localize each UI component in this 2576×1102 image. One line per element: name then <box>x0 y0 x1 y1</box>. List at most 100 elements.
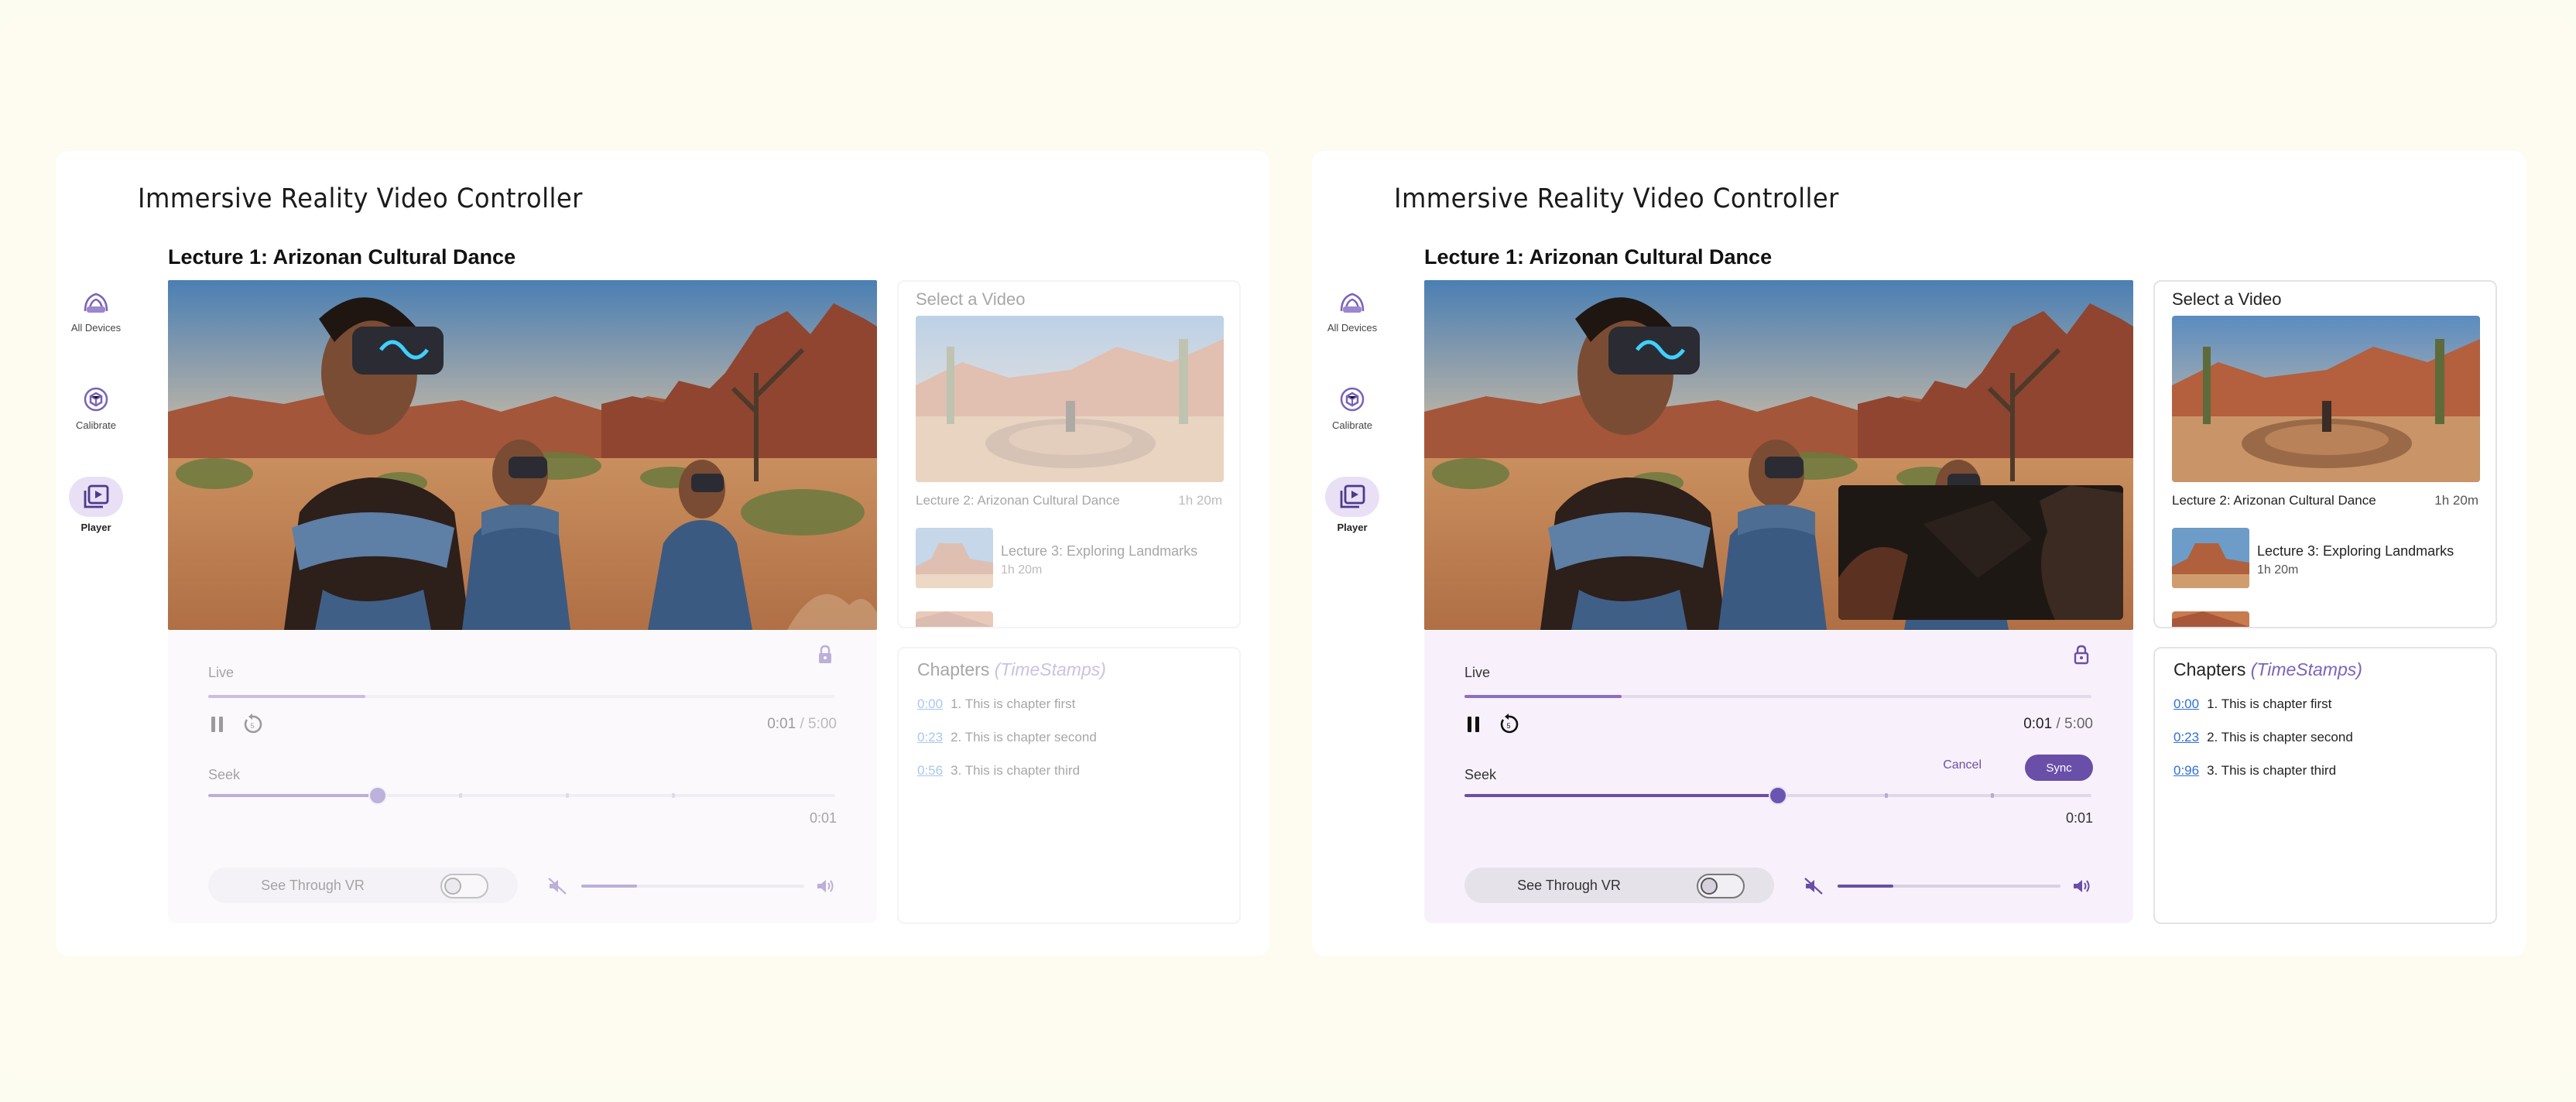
player-icon <box>69 477 123 517</box>
video-list-item-partial[interactable] <box>2172 611 2480 627</box>
volume-up-button[interactable] <box>815 877 835 898</box>
mute-button[interactable] <box>547 877 567 898</box>
featured-video-duration: 1h 20m <box>2434 493 2478 508</box>
video-name: Lecture 3: Exploring Landmarks <box>2257 543 2454 559</box>
nav-label: Player <box>1337 522 1368 533</box>
devices-icon <box>75 286 117 317</box>
featured-video-thumbnail[interactable] <box>2172 316 2480 482</box>
seek-label: Seek <box>1464 767 1497 782</box>
video-thumbnail <box>2172 611 2249 627</box>
volume-slider[interactable] <box>581 885 804 888</box>
seek-tick <box>459 793 462 798</box>
featured-video-name: Lecture 2: Arizonan Cultural Dance <box>2172 493 2376 508</box>
replay-icon: 5 <box>244 714 262 734</box>
video-thumbnail <box>916 611 993 627</box>
featured-video-thumbnail[interactable] <box>916 316 1224 482</box>
mute-button[interactable] <box>1804 877 1824 898</box>
live-progress-fill <box>1464 695 1622 698</box>
see-through-vr-toggle[interactable]: See Through VR <box>1464 868 1774 903</box>
video-thumbnail <box>2172 528 2249 588</box>
see-through-switch[interactable] <box>1697 874 1745 898</box>
svg-text:5: 5 <box>1506 722 1510 730</box>
nav-item-player[interactable]: Player <box>1321 477 1383 533</box>
chapter-row: 0:00 1. This is chapter first <box>917 696 1075 712</box>
nav-item-all-devices[interactable]: All Devices <box>65 286 127 334</box>
sync-button[interactable]: Sync <box>2025 755 2093 781</box>
chapters-panel: Chapters (TimeStamps) 0:00 1. This is cha… <box>897 647 1241 924</box>
seek-tick <box>1884 793 1888 798</box>
chapter-timestamp-link[interactable]: 0:00 <box>917 696 943 711</box>
chapter-row: 0:56 3. This is chapter third <box>917 763 1080 779</box>
current-time: 0:01 <box>767 716 796 732</box>
video-thumbnail <box>916 528 993 588</box>
chapter-label: 2. This is chapter second <box>2207 730 2353 744</box>
pause-icon <box>211 717 223 732</box>
seek-tick <box>672 793 676 798</box>
replay-button[interactable]: 5 <box>1497 713 1520 738</box>
seek-slider[interactable] <box>1464 786 2091 805</box>
lock-icon[interactable] <box>817 645 834 669</box>
chapter-timestamp-link[interactable]: 0:23 <box>2174 730 2199 744</box>
seek-tick <box>1991 793 1995 798</box>
controller-panel-left: Immersive Reality Video Controller All D… <box>56 151 1269 956</box>
nav-item-all-devices[interactable]: All Devices <box>1321 286 1383 334</box>
featured-video-duration: 1h 20m <box>1178 493 1222 508</box>
live-label: Live <box>1464 665 1491 680</box>
video-list-item[interactable]: Lecture 3: Exploring Landmarks 1h 20m <box>2172 528 2480 590</box>
chapter-row: 0:96 3. This is chapter third <box>2174 763 2336 779</box>
chapter-label: 1. This is chapter first <box>951 696 1076 711</box>
live-progress-bar <box>208 695 835 698</box>
volume-fill <box>581 885 637 888</box>
live-progress-fill <box>208 695 365 698</box>
video-player[interactable] <box>168 280 877 630</box>
select-video-title: Select a Video <box>916 289 1026 309</box>
switch-knob <box>444 878 461 895</box>
chapter-label: 3. This is chapter third <box>951 763 1081 778</box>
volume-slider[interactable] <box>1838 885 2060 888</box>
cancel-button[interactable]: Cancel <box>1938 758 1986 773</box>
video-list-item[interactable]: Lecture 3: Exploring Landmarks 1h 20m <box>916 528 1224 590</box>
volume-up-button[interactable] <box>2071 877 2091 898</box>
nav-label: Calibrate <box>1331 419 1373 431</box>
nav-item-calibrate[interactable]: Calibrate <box>65 384 127 431</box>
chapter-row: 0:00 1. This is chapter first <box>2174 696 2331 712</box>
chapter-label: 2. This is chapter second <box>951 730 1097 744</box>
chapters-title-text: Chapters <box>2174 659 2246 679</box>
video-name: Lecture 3: Exploring Landmarks <box>1001 543 1198 559</box>
chapter-timestamp-link[interactable]: 0:23 <box>917 730 943 744</box>
nav-item-calibrate[interactable]: Calibrate <box>1321 384 1383 431</box>
video-player[interactable] <box>1424 280 2133 630</box>
volume-mute-icon <box>1804 878 1823 895</box>
pause-button[interactable] <box>208 714 227 738</box>
current-video-title: Lecture 1: Arizonan Cultural Dance <box>168 245 516 269</box>
nav-item-player[interactable]: Player <box>65 477 127 533</box>
chapter-timestamp-link[interactable]: 0:56 <box>917 763 943 778</box>
current-time: 0:01 <box>2023 716 2053 732</box>
nav-label: All Devices <box>70 322 122 334</box>
video-duration: 1h 20m <box>2257 563 2299 577</box>
unlock-icon[interactable] <box>2073 645 2090 669</box>
chapter-timestamp-link[interactable]: 0:00 <box>2174 696 2199 711</box>
playback-controls: Live 5 0:01 / 5:00 Seek 0:01 See Through… <box>168 631 877 923</box>
seek-time: 0:01 <box>809 810 837 826</box>
replay-button[interactable]: 5 <box>241 713 264 738</box>
devices-icon <box>1331 286 1373 317</box>
calibrate-icon <box>75 384 117 415</box>
seek-slider[interactable] <box>208 786 835 805</box>
pause-button[interactable] <box>1464 714 1483 738</box>
volume-control <box>1804 872 2091 900</box>
player-icon <box>1325 477 1379 517</box>
volume-up-icon <box>817 880 834 892</box>
see-through-vr-label: See Through VR <box>1517 878 1621 893</box>
volume-mute-icon <box>548 878 567 895</box>
chapter-timestamp-link[interactable]: 0:96 <box>2174 763 2199 778</box>
switch-knob <box>1701 878 1718 895</box>
thumbnail-image <box>916 316 1224 482</box>
see-through-vr-toggle[interactable]: See Through VR <box>208 868 518 903</box>
chapters-title: Chapters (TimeStamps) <box>2174 659 2362 680</box>
seek-knob[interactable] <box>1769 786 1787 805</box>
see-through-switch[interactable] <box>440 874 488 898</box>
time-separator: / <box>796 716 809 732</box>
seek-knob[interactable] <box>368 786 387 805</box>
video-list-item-partial[interactable] <box>916 611 1224 627</box>
